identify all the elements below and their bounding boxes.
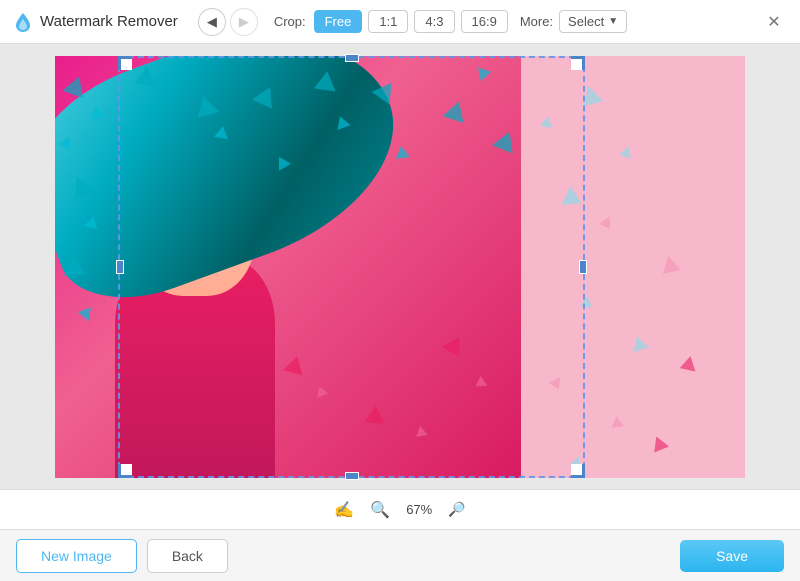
right-tri-3 <box>619 144 634 158</box>
crop-1-1-button[interactable]: 1:1 <box>368 10 408 33</box>
right-tri-9 <box>549 373 565 389</box>
scatter-tri-2 <box>89 104 105 118</box>
forward-nav-button[interactable]: ▶ <box>230 8 258 36</box>
crop-free-button[interactable]: Free <box>314 10 363 33</box>
crop-options: Free 1:1 4:3 16:9 <box>314 10 508 33</box>
bottom-toolbar: ✍ 🔍 67% 🔎 <box>0 489 800 529</box>
zoom-in-icon[interactable]: 🔍 <box>370 500 390 520</box>
crop-label: Crop: <box>274 14 306 29</box>
right-tri-6 <box>660 254 681 273</box>
more-select-dropdown[interactable]: Select ▼ <box>559 10 627 33</box>
scatter-tri-22 <box>364 405 385 424</box>
more-select-label: Select <box>568 14 604 29</box>
footer: New Image Back Save <box>0 529 800 581</box>
new-image-button[interactable]: New Image <box>16 539 137 573</box>
right-tri-11 <box>680 354 699 371</box>
app-title: Watermark Remover <box>40 13 178 30</box>
zoom-level: 67% <box>406 502 432 517</box>
back-button[interactable]: Back <box>147 539 228 573</box>
image-container <box>55 56 745 478</box>
nav-buttons: ◀ ▶ <box>198 8 258 36</box>
zoom-out-icon[interactable]: 🔎 <box>448 501 465 518</box>
scatter-tri-23 <box>414 425 428 437</box>
right-tri-1 <box>540 115 554 128</box>
scatter-tri-20 <box>283 353 307 375</box>
right-tri-8 <box>629 333 649 351</box>
right-tri-10 <box>610 415 623 428</box>
pan-icon[interactable]: ✍ <box>334 500 354 520</box>
right-tri-4 <box>560 185 581 205</box>
scatter-tri-17 <box>443 98 470 123</box>
right-section <box>521 56 745 478</box>
right-tri-12 <box>649 433 669 452</box>
right-tri-5 <box>599 213 615 228</box>
right-tri-13 <box>570 454 585 468</box>
back-nav-button[interactable]: ◀ <box>198 8 226 36</box>
close-button[interactable]: ✕ <box>760 8 788 36</box>
scatter-tri-10 <box>214 124 230 138</box>
app-logo: Watermark Remover <box>12 11 178 33</box>
crop-16-9-button[interactable]: 16:9 <box>461 10 508 33</box>
scatter-tri-13 <box>314 69 338 91</box>
chevron-down-icon: ▼ <box>608 16 618 27</box>
canvas-area <box>0 44 800 489</box>
scatter-tri-18 <box>473 62 491 80</box>
more-section: More: Select ▼ <box>520 10 627 33</box>
titlebar: Watermark Remover ◀ ▶ Crop: Free 1:1 4:3… <box>0 0 800 44</box>
right-tri-7 <box>580 295 593 308</box>
scatter-tri-16 <box>394 145 410 159</box>
more-label: More: <box>520 14 553 29</box>
scatter-tri-19 <box>492 127 520 153</box>
scatter-tri-25 <box>475 375 488 386</box>
crop-4-3-button[interactable]: 4:3 <box>414 10 454 33</box>
logo-icon <box>12 11 34 33</box>
scatter-tri-3 <box>134 65 158 86</box>
save-button[interactable]: Save <box>680 540 784 572</box>
photo-section <box>55 56 521 478</box>
scatter-tri-7 <box>62 255 86 276</box>
scatter-tri-24 <box>442 332 468 357</box>
scatter-tri-21 <box>314 384 329 398</box>
scatter-tri-8 <box>78 302 96 320</box>
right-tri-2 <box>579 83 603 106</box>
